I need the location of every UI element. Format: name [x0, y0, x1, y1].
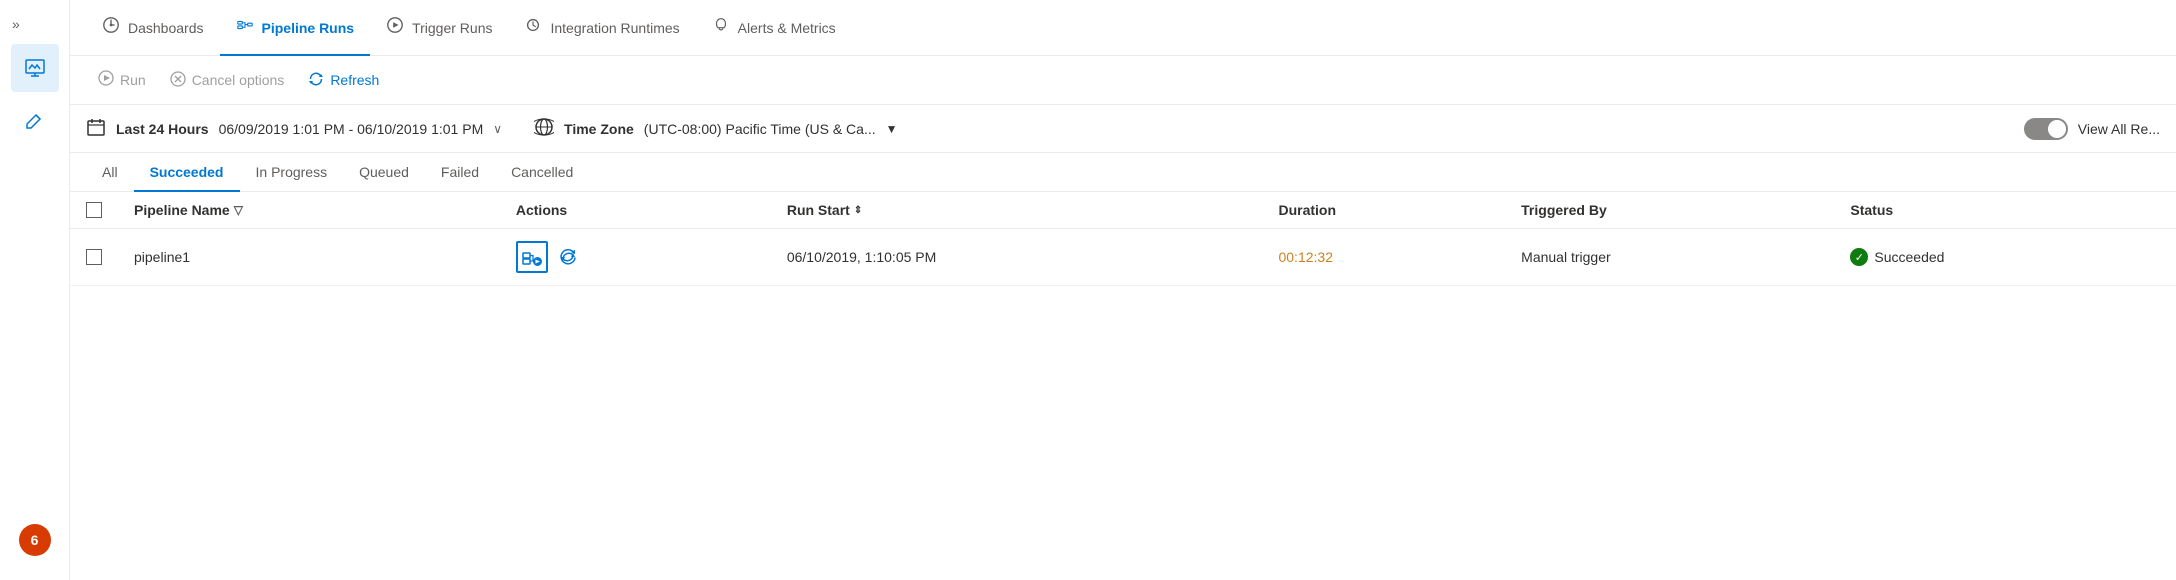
status-tabs: All Succeeded In Progress Queued Failed …	[70, 153, 2176, 192]
status-tab-in-progress[interactable]: In Progress	[240, 154, 344, 192]
row-pipeline-name[interactable]: pipeline1	[118, 229, 500, 286]
alerts-metrics-icon	[712, 16, 730, 39]
timezone-chevron: ▼	[886, 122, 898, 136]
sidebar-item-alerts[interactable]: 6	[11, 516, 59, 564]
duration-value: 00:12:32	[1278, 249, 1333, 265]
status-tab-succeeded[interactable]: Succeeded	[134, 154, 240, 192]
col-pipeline-name[interactable]: Pipeline Name ▽	[118, 192, 500, 229]
sidebar-item-monitor[interactable]	[11, 44, 59, 92]
toggle-switch[interactable]	[2024, 118, 2068, 140]
view-all-toggle: View All Re...	[2024, 118, 2160, 140]
refresh-label: Refresh	[330, 72, 379, 88]
monitor-icon	[23, 56, 47, 80]
date-filter-chevron: ∨	[493, 122, 502, 136]
date-filter-range: 06/09/2019 1:01 PM - 06/10/2019 1:01 PM	[219, 121, 484, 137]
col-status: Status	[1834, 192, 2176, 229]
refresh-icon	[308, 71, 324, 90]
tab-pipeline-runs-label: Pipeline Runs	[262, 20, 355, 36]
run-start-sort-icon: ⇕	[854, 205, 862, 216]
cancel-options-button[interactable]: Cancel options	[158, 65, 297, 96]
trigger-runs-icon	[386, 16, 404, 39]
date-filter-label: Last 24 Hours	[116, 121, 209, 137]
tab-alerts-metrics-label: Alerts & Metrics	[738, 20, 836, 36]
row-run-start: 06/10/2019, 1:10:05 PM	[771, 229, 1263, 286]
alert-badge: 6	[19, 524, 51, 556]
tab-integration-runtimes-label: Integration Runtimes	[550, 20, 679, 36]
col-actions: Actions	[500, 192, 771, 229]
globe-icon	[534, 117, 554, 140]
pipeline-runs-table: Pipeline Name ▽ Actions Run Start ⇕	[70, 192, 2176, 286]
select-all-checkbox[interactable]	[86, 202, 102, 218]
row-duration: 00:12:32	[1262, 229, 1505, 286]
status-text: Succeeded	[1874, 249, 1944, 265]
table-header-row: Pipeline Name ▽ Actions Run Start ⇕	[70, 192, 2176, 229]
toolbar: Run Cancel options Refres	[70, 56, 2176, 105]
rerun-button[interactable]	[552, 241, 584, 273]
status-tab-cancelled[interactable]: Cancelled	[495, 154, 589, 192]
row-actions	[500, 229, 771, 286]
dashboards-icon	[102, 16, 120, 39]
date-filter[interactable]: Last 24 Hours 06/09/2019 1:01 PM - 06/10…	[86, 117, 502, 140]
timezone-value: (UTC-08:00) Pacific Time (US & Ca...	[644, 121, 876, 137]
run-button[interactable]: Run	[86, 64, 158, 96]
tab-dashboards[interactable]: Dashboards	[86, 1, 220, 56]
tab-trigger-runs-label: Trigger Runs	[412, 20, 492, 36]
view-run-icon	[522, 247, 542, 267]
view-run-button[interactable]	[516, 241, 548, 273]
integration-runtimes-icon	[524, 16, 542, 39]
col-run-start[interactable]: Run Start ⇕	[771, 192, 1263, 229]
sidebar: » 6	[0, 0, 70, 580]
table-container: Pipeline Name ▽ Actions Run Start ⇕	[70, 192, 2176, 580]
row-checkbox[interactable]	[86, 249, 102, 265]
filter-bar: Last 24 Hours 06/09/2019 1:01 PM - 06/10…	[70, 105, 2176, 153]
timezone-filter[interactable]: Time Zone (UTC-08:00) Pacific Time (US &…	[534, 117, 897, 140]
run-label: Run	[120, 72, 146, 88]
row-triggered-by: Manual trigger	[1505, 229, 1834, 286]
calendar-icon	[86, 117, 106, 140]
sidebar-item-edit[interactable]	[11, 96, 59, 144]
edit-icon	[23, 108, 47, 132]
refresh-button[interactable]: Refresh	[296, 65, 391, 96]
status-tab-queued[interactable]: Queued	[343, 154, 425, 192]
success-icon: ✓	[1850, 248, 1868, 266]
row-status: ✓ Succeeded	[1834, 229, 2176, 286]
tab-dashboards-label: Dashboards	[128, 20, 204, 36]
status-tab-failed[interactable]: Failed	[425, 154, 495, 192]
status-tab-all[interactable]: All	[86, 154, 134, 192]
tab-alerts-metrics[interactable]: Alerts & Metrics	[696, 1, 852, 56]
toggle-label: View All Re...	[2078, 121, 2160, 137]
tab-pipeline-runs[interactable]: Pipeline Runs	[220, 1, 371, 56]
cancel-options-icon	[170, 71, 186, 90]
tab-integration-runtimes[interactable]: Integration Runtimes	[508, 1, 695, 56]
col-checkbox	[70, 192, 118, 229]
pipeline-runs-icon	[236, 16, 254, 39]
col-triggered-by: Triggered By	[1505, 192, 1834, 229]
col-duration: Duration	[1262, 192, 1505, 229]
rerun-icon	[558, 247, 578, 267]
top-nav: Dashboards Pipeline Runs	[70, 0, 2176, 56]
cancel-options-label: Cancel options	[192, 72, 285, 88]
sidebar-toggle[interactable]: »	[4, 8, 28, 40]
run-icon	[98, 70, 114, 90]
tab-trigger-runs[interactable]: Trigger Runs	[370, 1, 508, 56]
pipeline-name-filter-icon: ▽	[234, 203, 243, 217]
row-checkbox-cell	[70, 229, 118, 286]
timezone-label: Time Zone	[564, 121, 634, 137]
table-row: pipeline1	[70, 229, 2176, 286]
main-content: Dashboards Pipeline Runs	[70, 0, 2176, 580]
